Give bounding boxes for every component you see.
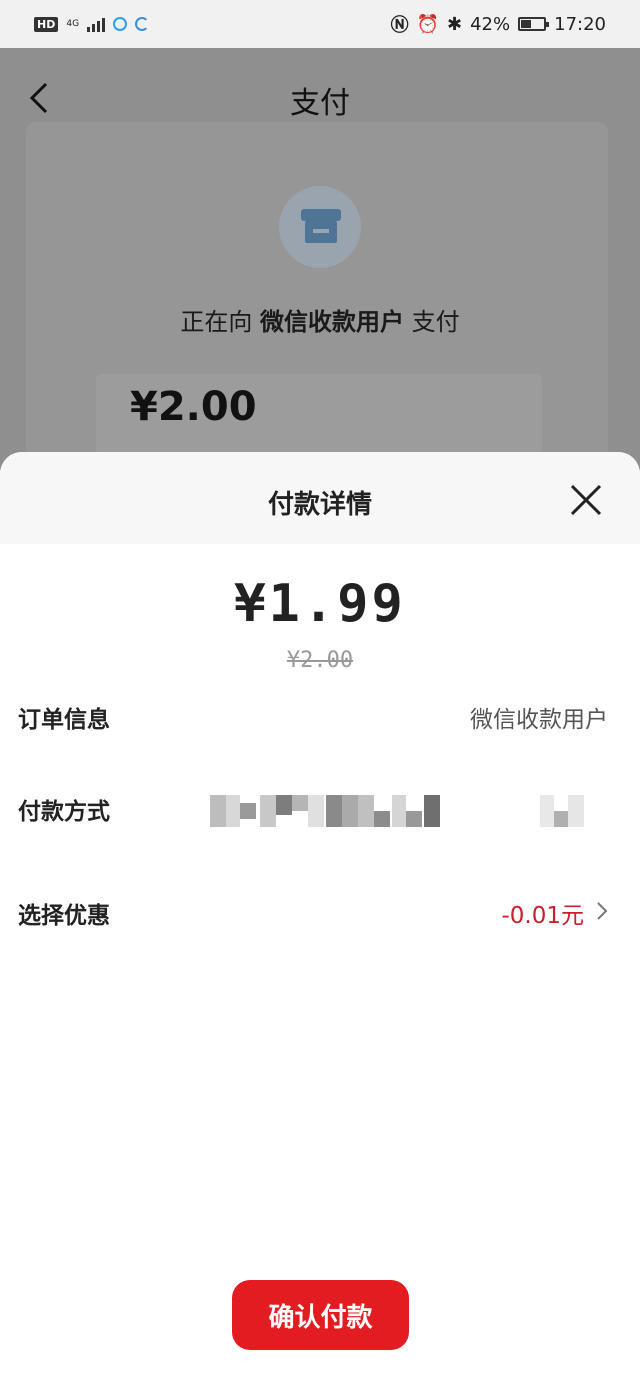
payment-method-redacted <box>210 795 590 827</box>
discount-selector[interactable]: -0.01元 <box>501 896 608 930</box>
signal-icon <box>87 16 106 32</box>
sheet-title: 付款详情 <box>267 490 372 520</box>
order-info-label: 订单信息 <box>18 707 110 733</box>
nfc-icon: Ⓝ <box>390 15 409 36</box>
store-icon <box>301 209 341 243</box>
order-info-value: 微信收款用户 <box>470 707 608 733</box>
status-left: HD 4G <box>34 16 150 32</box>
payment-method-label: 付款方式 <box>18 799 110 825</box>
payment-details-sheet: 付款详情 ¥1.99 ¥2.00 订单信息 微信收款用户 付款方式 选择优惠 -… <box>0 452 640 1387</box>
payment-amount: ¥1.99 <box>234 574 406 634</box>
paying-to-text: 正在向 微信收款用户 支付 <box>180 308 460 336</box>
battery-percent: 42% <box>470 13 511 35</box>
discount-label: 选择优惠 <box>18 903 110 929</box>
discount-row[interactable]: 选择优惠 -0.01元 <box>18 896 608 930</box>
app-notification-icon <box>113 17 128 31</box>
hd-icon: HD <box>34 16 59 32</box>
status-bar: HD 4G Ⓝ ⏰ ✱ 42% 17:20 <box>0 0 640 48</box>
page-title: 支付 <box>290 86 350 121</box>
background-amount: ¥2.00 <box>130 384 257 430</box>
order-info-row: 订单信息 微信收款用户 <box>18 700 608 734</box>
original-amount: ¥2.00 <box>286 648 354 673</box>
network-type-label: 4G <box>66 18 80 29</box>
alarm-icon: ⏰ <box>416 13 440 35</box>
bluetooth-icon: ✱ <box>447 13 463 35</box>
chevron-right-icon <box>596 899 608 927</box>
sync-notification-icon <box>135 17 150 31</box>
discount-value: -0.01元 <box>501 903 584 929</box>
clock: 17:20 <box>554 13 606 35</box>
sheet-header: 付款详情 <box>0 452 640 544</box>
confirm-payment-button[interactable]: 确认付款 <box>232 1280 409 1350</box>
status-right: Ⓝ ⏰ ✱ 42% 17:20 <box>391 11 606 37</box>
close-icon[interactable] <box>566 480 606 520</box>
battery-icon <box>518 17 550 31</box>
payee-name: 微信收款用户 <box>260 308 404 336</box>
